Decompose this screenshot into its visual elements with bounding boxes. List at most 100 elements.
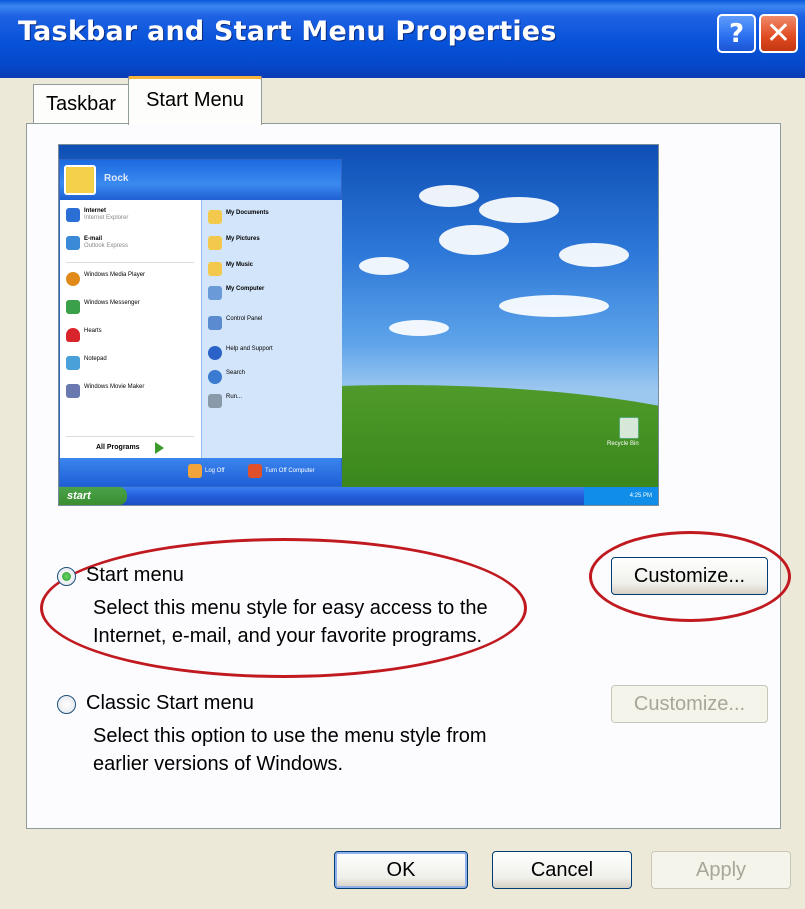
list-item-title: Windows Messenger (84, 300, 140, 306)
list-item-title: My Music (226, 262, 254, 268)
folder-icon (208, 236, 222, 250)
list-item-title: Windows Media Player (84, 272, 146, 278)
folder-icon (208, 262, 222, 276)
list-item-title: E-mail (84, 236, 103, 242)
description-line: Internet, e-mail, and your favorite prog… (93, 625, 483, 647)
all-programs-arrow-icon (155, 442, 164, 454)
list-item-title: My Documents (226, 210, 269, 216)
list-item-title: Hearts (84, 328, 102, 334)
start-menu-preview: Recycle Bin Rock Internet Internet Explor… (58, 144, 659, 506)
avatar (64, 165, 96, 195)
description-line: Select this menu style for easy access t… (93, 597, 488, 619)
computer-icon (208, 286, 222, 300)
list-item-title: My Computer (226, 286, 265, 292)
window-title: Taskbar and Start Menu Properties (18, 16, 557, 47)
list-item: Internet Internet Explorer (66, 208, 128, 222)
messenger-icon (66, 300, 80, 314)
apply-button[interactable]: Apply (651, 851, 791, 889)
properties-dialog: Taskbar and Start Menu Properties ? ✕ Ta… (0, 0, 805, 909)
list-item: Search (208, 370, 245, 384)
cloud (479, 197, 559, 223)
list-item: Run... (208, 394, 242, 408)
turn-off-item: Turn Off Computer (248, 464, 315, 478)
list-item: E-mail Outlook Express (66, 236, 128, 250)
recycle-bin-icon (619, 417, 639, 439)
hearts-icon (66, 328, 80, 342)
folder-icon (208, 210, 222, 224)
list-item-title: Control Panel (226, 316, 263, 322)
cloud (499, 295, 609, 317)
movie-maker-icon (66, 384, 80, 398)
list-item: Windows Movie Maker (66, 384, 144, 398)
start-menu-description: Select this menu style for easy access t… (93, 594, 488, 650)
list-item: Notepad (66, 356, 107, 370)
turn-off-label: Turn Off Computer (265, 468, 315, 474)
list-item: My Documents (208, 210, 269, 224)
ok-button[interactable]: OK (334, 851, 468, 889)
cloud (419, 185, 479, 207)
classic-start-menu-radio[interactable] (57, 695, 76, 714)
list-item: My Pictures (208, 236, 260, 250)
recycle-bin-label: Recycle Bin (607, 441, 639, 447)
start-menu-radio[interactable] (57, 567, 76, 586)
list-item: Windows Media Player (66, 272, 145, 286)
cloud (559, 243, 629, 267)
title-bar[interactable]: Taskbar and Start Menu Properties ? ✕ (0, 0, 805, 78)
classic-start-menu-label: Classic Start menu (86, 692, 254, 714)
customize-start-menu-button[interactable]: Customize... (611, 557, 768, 595)
list-item-title: Windows Movie Maker (84, 384, 145, 390)
tab-start-menu[interactable]: Start Menu (128, 76, 262, 125)
list-item: My Music (208, 262, 253, 276)
separator (66, 436, 194, 437)
notepad-icon (66, 356, 80, 370)
preview-places-list: My Documents My Pictures My Music My Com… (201, 200, 342, 458)
log-off-item: Log Off (188, 464, 225, 478)
description-line: earlier versions of Windows. (93, 753, 344, 775)
preview-taskbar: start 4:25 PM (59, 487, 658, 505)
tab-taskbar[interactable]: Taskbar (33, 84, 129, 124)
cancel-button[interactable]: Cancel (492, 851, 632, 889)
list-item-title: Run... (226, 394, 243, 400)
cloud (389, 320, 449, 336)
power-icon (248, 464, 262, 478)
search-icon (208, 370, 222, 384)
mail-icon (66, 236, 80, 250)
preview-start-menu: Rock Internet Internet Explorer E-mail Out… (59, 159, 342, 487)
list-item-subtitle: Internet Explorer (84, 215, 129, 221)
cloud (439, 225, 509, 255)
classic-start-menu-description: Select this option to use the menu style… (93, 722, 487, 778)
log-off-icon (188, 464, 202, 478)
start-menu-label: Start menu (86, 564, 184, 586)
control-panel-icon (208, 316, 222, 330)
preview-user-header: Rock (60, 160, 341, 200)
list-item-title: My Pictures (226, 236, 260, 242)
close-icon: ✕ (765, 16, 792, 51)
preview-menu-footer: Log Off Turn Off Computer (60, 458, 341, 486)
list-item: Help and Support (208, 346, 273, 360)
preview-user-name: Rock (104, 173, 129, 184)
description-line: Select this option to use the menu style… (93, 725, 487, 747)
list-item: Windows Messenger (66, 300, 140, 314)
list-item: Control Panel (208, 316, 262, 330)
help-icon (208, 346, 222, 360)
preview-pinned-list: Internet Internet Explorer E-mail Outlook … (60, 200, 201, 458)
separator (66, 262, 194, 263)
all-programs-label: All Programs (96, 444, 140, 451)
close-button[interactable]: ✕ (759, 14, 798, 53)
media-player-icon (66, 272, 80, 286)
cloud (359, 257, 409, 275)
customize-classic-button[interactable]: Customize... (611, 685, 768, 723)
list-item-title: Notepad (84, 356, 107, 362)
preview-start-button: start (59, 487, 127, 505)
list-item-title: Search (226, 370, 246, 376)
list-item: My Computer (208, 286, 264, 300)
ie-icon (66, 208, 80, 222)
run-icon (208, 394, 222, 408)
list-item-subtitle: Outlook Express (84, 243, 129, 249)
help-icon: ? (728, 18, 745, 49)
log-off-label: Log Off (205, 468, 225, 474)
help-button[interactable]: ? (717, 14, 756, 53)
list-item: Hearts (66, 328, 102, 342)
preview-tray-clock: 4:25 PM (584, 487, 658, 505)
list-item-title: Help and Support (226, 346, 273, 352)
